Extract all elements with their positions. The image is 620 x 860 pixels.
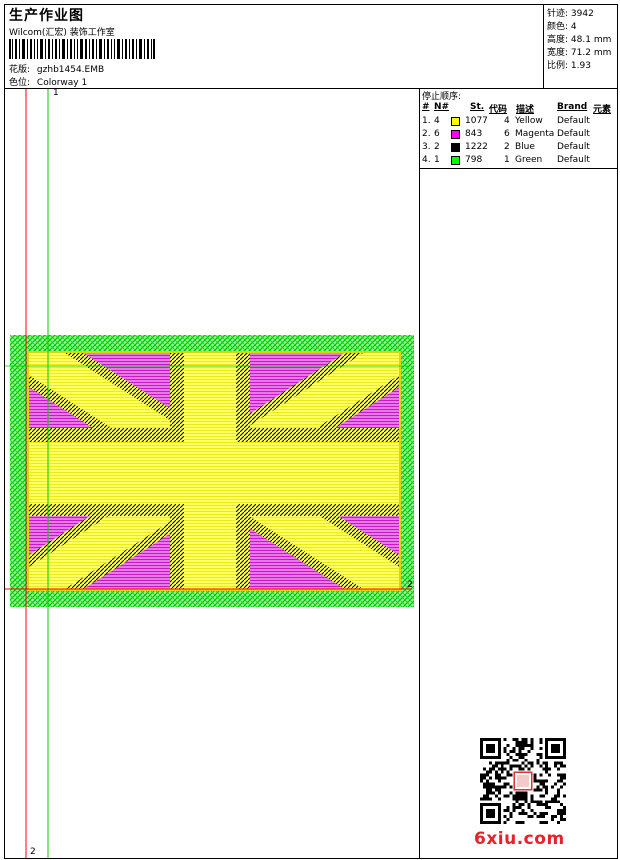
color-stop-row: 4. 1 798 1 Green Default bbox=[420, 155, 617, 168]
col-header-code: 代码 bbox=[489, 105, 508, 115]
color-description: Magenta bbox=[515, 129, 555, 139]
col-header-needle: N# bbox=[434, 102, 450, 112]
needle-number: 6 bbox=[434, 129, 440, 139]
color-swatch bbox=[451, 117, 460, 126]
watermark: 6xiu.com bbox=[474, 829, 565, 849]
needle-number: 4 bbox=[434, 116, 440, 126]
thread-brand: Default bbox=[557, 142, 590, 152]
color-swatch bbox=[451, 143, 460, 152]
needle-number: 2 bbox=[434, 142, 440, 152]
color-description: Yellow bbox=[515, 116, 543, 126]
stop-index: 1. bbox=[422, 116, 431, 126]
color-code: 6 bbox=[504, 129, 510, 139]
col-header-desc: 描述 bbox=[516, 105, 535, 115]
axis-label-bottom: 2 bbox=[30, 847, 36, 857]
stitch-count: 798 bbox=[465, 155, 483, 165]
col-header-stitches: St. bbox=[470, 102, 485, 112]
color-code: 4 bbox=[504, 116, 510, 126]
stop-index: 3. bbox=[422, 142, 431, 152]
color-description: Blue bbox=[515, 142, 535, 152]
axis-label-top: 1 bbox=[53, 88, 59, 98]
axis-label-right: 2 bbox=[407, 580, 413, 590]
thread-brand: Default bbox=[557, 155, 590, 165]
stop-index: 4. bbox=[422, 155, 431, 165]
color-description: Green bbox=[515, 155, 543, 165]
color-code: 1 bbox=[504, 155, 510, 165]
stop-sequence-title: 停止顺序: bbox=[422, 92, 462, 102]
stitch-count: 1222 bbox=[465, 142, 488, 152]
cross-vertical bbox=[184, 352, 236, 590]
stitch-count: 1077 bbox=[465, 116, 488, 126]
color-swatch bbox=[451, 156, 460, 165]
stitch-count: 843 bbox=[465, 129, 483, 139]
thread-brand: Default bbox=[557, 116, 590, 126]
color-stop-row: 2. 6 843 6 Magenta Default bbox=[420, 129, 617, 142]
stop-sequence-panel: 停止顺序: # N# St. 代码 描述 Brand 元素 1. 4 1077 4 Ye… bbox=[420, 89, 617, 169]
col-header-brand: Brand bbox=[557, 102, 588, 112]
color-stop-row: 3. 2 1222 2 Blue Default bbox=[420, 142, 617, 155]
thread-brand: Default bbox=[557, 129, 590, 139]
col-header-element: 元素 bbox=[593, 105, 612, 115]
color-code: 2 bbox=[504, 142, 510, 152]
color-swatch bbox=[451, 130, 460, 139]
stop-index: 2. bbox=[422, 129, 431, 139]
qr-code bbox=[480, 738, 566, 824]
color-stop-row: 1. 4 1077 4 Yellow Default bbox=[420, 116, 617, 129]
needle-number: 1 bbox=[434, 155, 440, 165]
col-header-index: # bbox=[422, 102, 430, 112]
